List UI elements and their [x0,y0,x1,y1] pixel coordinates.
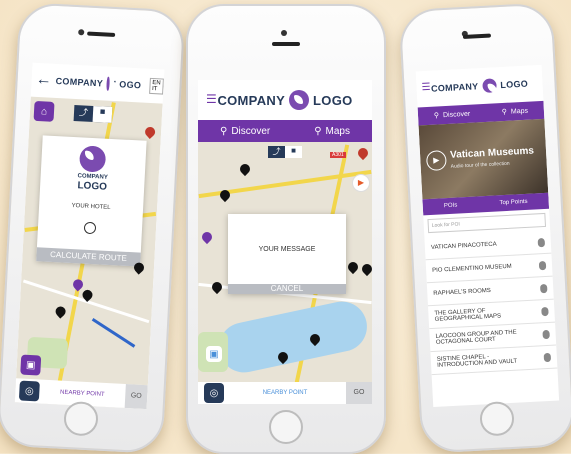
compass-pin-icon[interactable] [355,145,371,161]
poi-title: SISTINE CHAPEL - INTRODUCTION AND VAULT [436,354,518,369]
car-icon[interactable]: ■ [92,105,113,123]
map-pin[interactable] [359,261,372,277]
tab-top-points[interactable]: Top Points [499,199,527,206]
cancel-button[interactable]: CANCEL [228,284,346,294]
map-pin[interactable] [345,259,361,275]
locate-icon[interactable]: ◎ [18,380,40,402]
go-button[interactable]: GO [346,382,372,404]
company-name: COMPANY [55,75,104,89]
microphone-icon [542,329,550,339]
microphone-icon [538,260,547,270]
calculate-route-button[interactable]: CALCULATE ROUTE [36,247,141,267]
car-icon[interactable]: ■ [285,146,302,158]
home-button[interactable] [479,400,515,437]
search-icon: ⚲ [433,112,440,120]
poi-list: VATICAN PINACOTECA PIO CLEMENTINO MUSEUM… [424,230,558,376]
route-line [91,317,136,348]
map-pin[interactable] [209,279,225,295]
transit-icon[interactable]: ▣ [20,354,42,376]
maps-label: Maps [510,107,529,116]
map-pin[interactable] [199,229,215,245]
left-screen: ← COMPANY LOGO EN IT ⌂ ⤴ ■ COMPANY LOGO … [14,62,165,410]
poi-search-input[interactable]: Look for POI [427,212,547,234]
locate-icon[interactable]: ◎ [204,383,224,403]
road-tag: A301 [330,152,346,158]
hotel-modal: COMPANY LOGO YOUR HOTEL CALCULATE ROUTE [36,135,147,267]
company-name: COMPANY [430,81,479,94]
left-arrow-icon[interactable]: ← [35,71,52,90]
lang-selector[interactable]: EN IT [148,77,164,95]
logo-text: LOGO [313,92,353,108]
logo-icon [482,78,497,94]
maps-label: Maps [325,125,350,137]
nearby-point-button[interactable]: NEARBY POINT [39,389,125,399]
middle-screen: ☰ COMPANY LOGO ⚲ Discover ⚲ Maps ⤴ ■ A301 … [198,80,372,404]
home-button[interactable] [269,410,303,444]
company-name: COMPANY [217,92,286,108]
maps-tab[interactable]: ⚲ Maps [314,126,350,137]
menu-icon[interactable]: ☰ [206,92,217,106]
walk-icon[interactable]: ⤴ [74,105,94,122]
audio-button-icon[interactable]: ▶ [352,174,370,192]
hero-title: Vatican Museums [449,145,535,161]
logo-text: LOGO [500,78,529,91]
message-modal: YOUR MESSAGE CANCEL [228,214,346,294]
poi-title: VATICAN PINACOTECA [430,241,497,251]
map-pin-icon: ⚲ [314,125,322,137]
menu-icon[interactable]: ☰ [421,82,431,93]
microphone-icon [543,352,552,362]
home-button[interactable] [63,400,99,437]
location-pin-icon [83,221,97,235]
right-screen: ☰ COMPANY LOGO ⚲ Discover ⚲ Maps ▶ Vatican… [415,64,560,408]
microphone-icon [537,237,546,247]
tab-pois[interactable]: POIs [444,203,458,210]
walk-icon[interactable]: ⤴ [268,146,285,158]
hero-banner: ▶ Vatican Museums Audio tour of the coll… [418,118,549,200]
poi-title: PIO CLEMENTINO MUSEUM [432,263,512,274]
message-text: YOUR MESSAGE [258,246,316,253]
logo-icon [106,76,110,91]
speaker [87,31,116,37]
discover-tab[interactable]: ⚲ Discover [433,110,471,120]
microphone-icon [541,306,549,316]
compass-pin-icon[interactable] [143,124,158,140]
discover-label: Discover [442,110,471,119]
speaker [272,42,300,46]
middle-phone: ☰ COMPANY LOGO ⚲ Discover ⚲ Maps ⤴ ■ A301 … [186,4,386,454]
modal-logo-icon [78,145,107,173]
home-icon[interactable]: ⌂ [33,100,55,122]
lang-it[interactable]: IT [152,86,158,92]
map-pin[interactable] [70,277,86,292]
camera [281,30,287,36]
discover-tab[interactable]: ⚲ Discover [220,126,270,137]
maps-tab[interactable]: ⚲ Maps [502,107,529,116]
transit-icon[interactable]: ▣ [206,346,222,362]
map-pin[interactable] [237,161,253,177]
nearby-point-button[interactable]: NEARBY POINT [224,390,346,396]
right-phone: ☰ COMPANY LOGO ⚲ Discover ⚲ Maps ▶ Vatican… [398,2,571,454]
map-pin-icon: ⚲ [501,108,508,117]
go-button[interactable]: GO [124,384,148,410]
logo-icon [289,90,310,110]
poi-title: THE GALLERY OF GEOGRAPHICAL MAPS [434,308,502,323]
poi-title: LAOCOON GROUP AND THE OCTAGONAL COURT [435,329,517,346]
poi-title: RAPHAEL'S ROOMS [433,287,491,297]
microphone-icon [539,283,548,293]
speaker [462,33,492,39]
search-icon: ⚲ [219,125,228,137]
camera [78,29,85,36]
transport-toggle[interactable]: ⤴ ■ [268,146,302,158]
your-hotel-label: YOUR HOTEL [71,202,111,211]
map-pin[interactable] [53,304,68,319]
left-phone: ← COMPANY LOGO EN IT ⌂ ⤴ ■ COMPANY LOGO … [0,1,186,454]
transport-toggle[interactable]: ⤴ ■ [73,104,113,123]
hero-subtitle: Audio tour of the collection [450,160,510,170]
play-icon[interactable]: ▶ [425,150,447,172]
discover-label: Discover [231,125,271,137]
